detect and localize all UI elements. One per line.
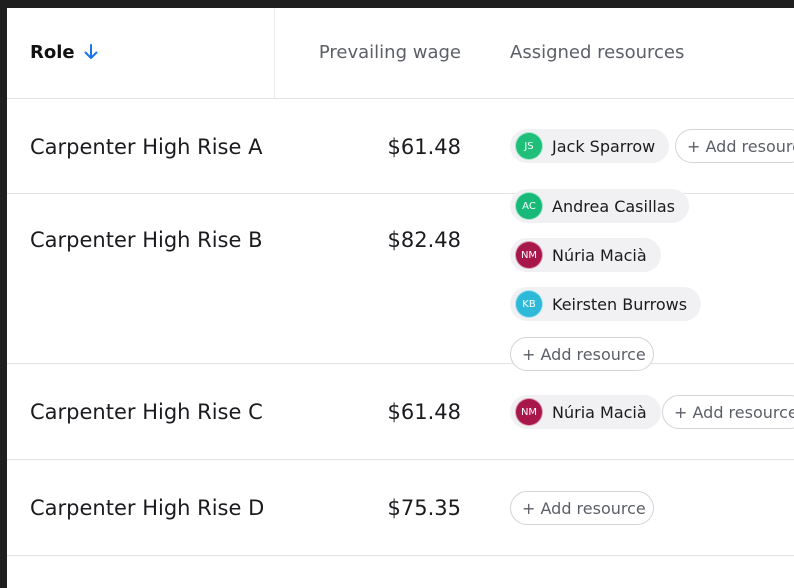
- resource-chip[interactable]: NM Núria Macià: [510, 395, 661, 429]
- arrow-down-icon[interactable]: [83, 43, 99, 66]
- resource-name: Núria Macià: [552, 245, 647, 265]
- table-header: Role Prevailing wage Assigned resources: [7, 8, 794, 99]
- wage-value: $75.35: [387, 496, 461, 520]
- avatar: JS: [515, 132, 543, 160]
- assignment-table: Role Prevailing wage Assigned resources …: [7, 8, 794, 588]
- resource-chip[interactable]: AC Andrea Casillas: [510, 189, 689, 223]
- column-divider: [274, 8, 275, 98]
- wage-value: $61.48: [387, 135, 461, 159]
- role-name: Carpenter High Rise C: [30, 400, 263, 424]
- column-header-resources[interactable]: Assigned resources: [510, 42, 684, 63]
- column-header-wage[interactable]: Prevailing wage: [319, 42, 461, 63]
- wage-value: $61.48: [387, 400, 461, 424]
- table-row: Carpenter High Rise A $61.48 JS Jack Spa…: [7, 99, 794, 194]
- avatar: AC: [515, 192, 543, 220]
- table-row: Carpenter High Rise B $82.48 AC Andrea C…: [7, 189, 794, 371]
- avatar: NM: [515, 398, 543, 426]
- add-resource-button[interactable]: + Add resource: [662, 395, 794, 429]
- avatar: NM: [515, 241, 543, 269]
- add-resource-button[interactable]: + Add resource: [675, 129, 794, 163]
- table-row: Carpenter High Rise C $61.48 NM Núria Ma…: [7, 364, 794, 460]
- resource-chip[interactable]: KB Keirsten Burrows: [510, 287, 702, 321]
- column-header-role[interactable]: Role: [30, 42, 99, 66]
- add-resource-button[interactable]: + Add resource: [510, 491, 654, 525]
- resource-name: Keirsten Burrows: [552, 294, 688, 314]
- resource-name: Jack Sparrow: [552, 136, 656, 156]
- resource-name: Núria Macià: [552, 402, 647, 422]
- avatar: KB: [515, 290, 543, 318]
- role-name: Carpenter High Rise A: [30, 135, 263, 159]
- column-header-role-label: Role: [30, 42, 75, 63]
- wage-value: $82.48: [387, 228, 461, 252]
- resource-chip[interactable]: NM Núria Macià: [510, 238, 661, 272]
- role-name: Carpenter High Rise B: [30, 228, 263, 252]
- table-row: Carpenter High Rise D $75.35 + Add resou…: [7, 460, 794, 556]
- resource-chip[interactable]: JS Jack Sparrow: [510, 129, 670, 163]
- resource-name: Andrea Casillas: [552, 196, 675, 216]
- role-name: Carpenter High Rise D: [30, 496, 265, 520]
